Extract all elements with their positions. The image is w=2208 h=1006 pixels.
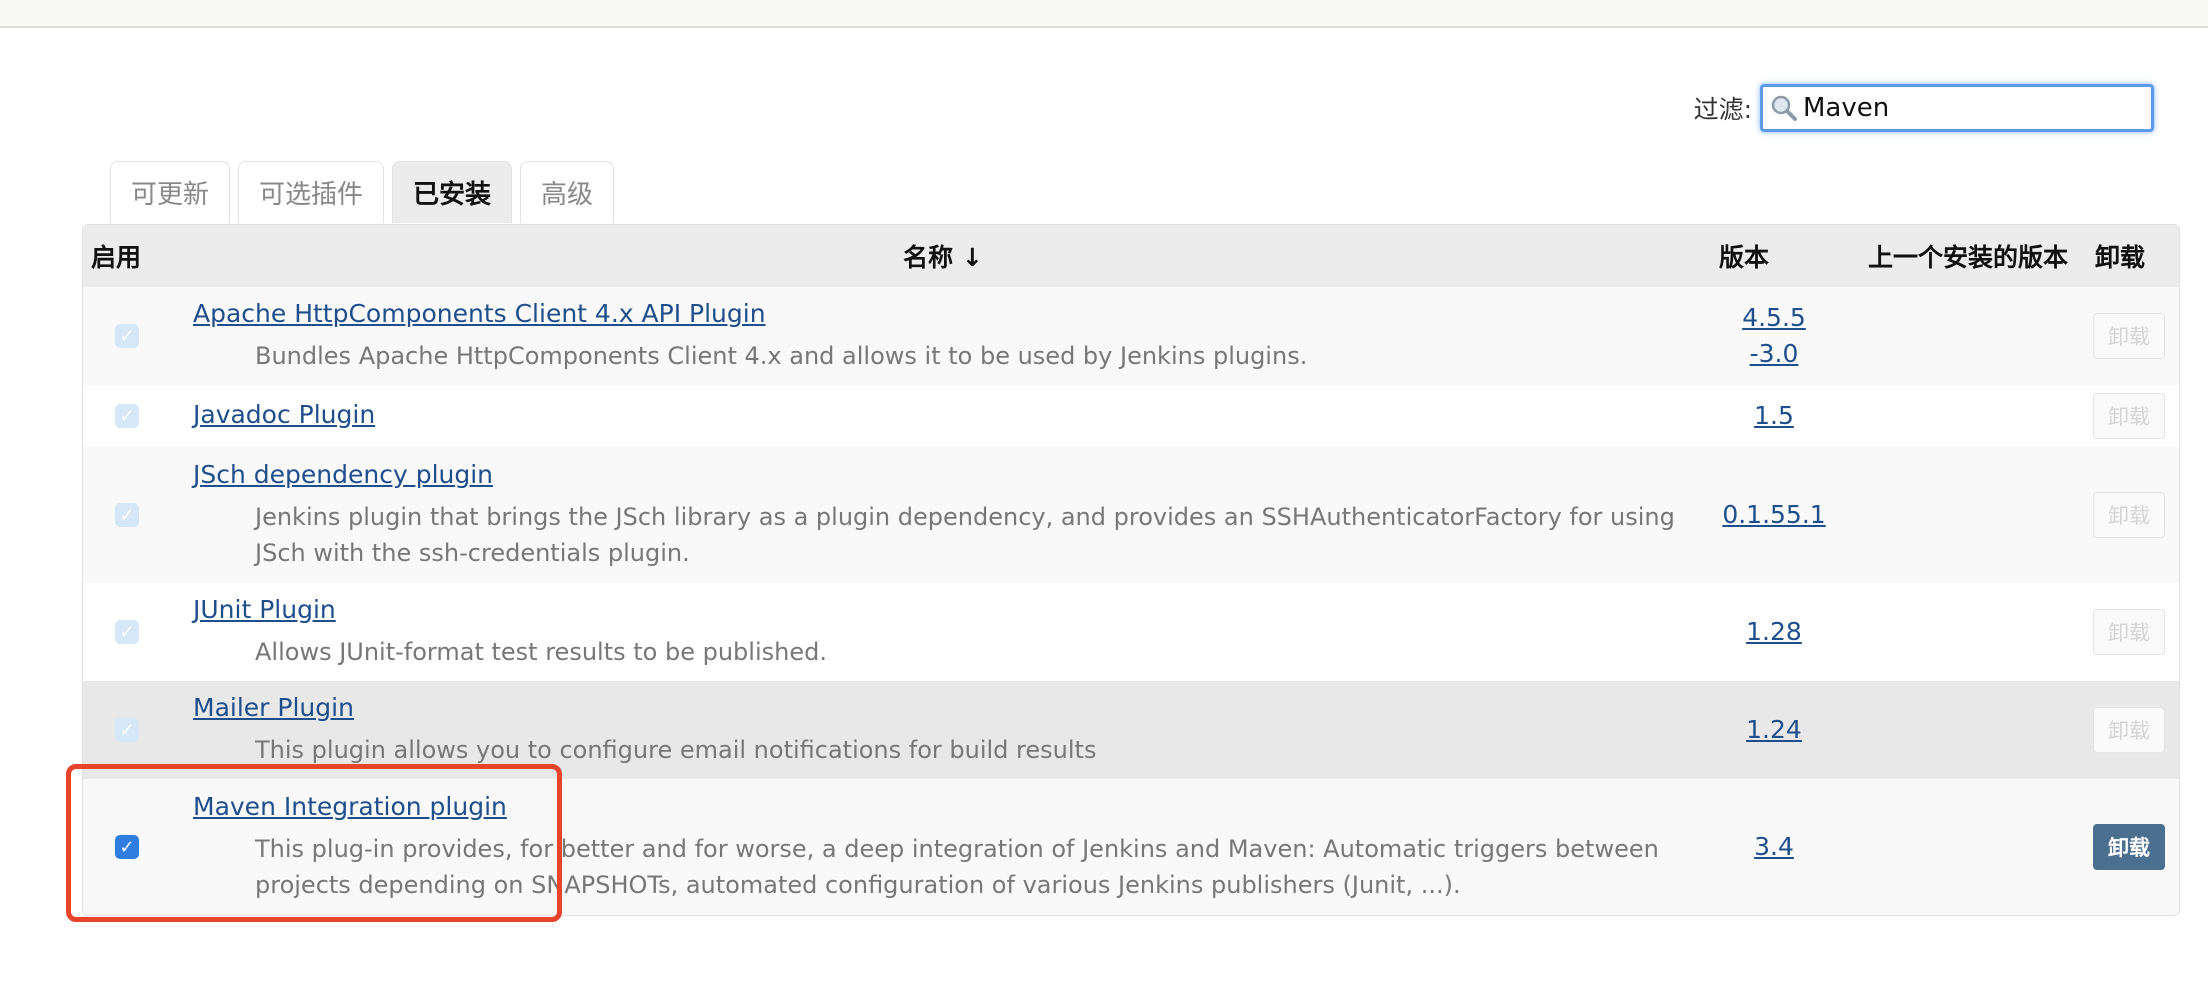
plugin-name-link[interactable]: JSch dependency plugin [193, 457, 493, 493]
enable-cell: ✓ [83, 583, 183, 681]
version-cell: 1.28 [1703, 583, 1845, 681]
plugin-name-link[interactable]: Apache HttpComponents Client 4.x API Plu… [193, 296, 766, 332]
table-row: ✓ Javadoc Plugin 1.5 卸载 [83, 385, 2179, 447]
plugin-name-link[interactable]: Mailer Plugin [193, 690, 354, 726]
plugin-description: Bundles Apache HttpComponents Client 4.x… [255, 342, 1308, 370]
uninstall-button[interactable]: 卸载 [2093, 492, 2165, 538]
uninstall-cell: 卸载 [2091, 779, 2179, 915]
header-version[interactable]: 版本 [1703, 225, 1845, 287]
previous-version-cell [1845, 779, 2091, 915]
tab-advanced[interactable]: 高级 [520, 161, 615, 223]
previous-version-cell [1845, 385, 2091, 447]
tab-available[interactable]: 可选插件 [238, 161, 385, 223]
enable-checkbox[interactable]: ✓ [115, 324, 139, 348]
header-name[interactable]: 名称 ↓ [183, 225, 1703, 287]
plugin-description: This plug-in provides, for better and fo… [255, 835, 1659, 899]
previous-version-cell [1845, 287, 2091, 385]
table-row: ✓ Apache HttpComponents Client 4.x API P… [83, 287, 2179, 385]
header-enable[interactable]: 启用 [83, 225, 183, 287]
name-cell: Apache HttpComponents Client 4.x API Plu… [183, 287, 1703, 385]
search-icon [1769, 93, 1799, 123]
tab-installed[interactable]: 已安装 [392, 161, 513, 223]
uninstall-button[interactable]: 卸载 [2093, 313, 2165, 359]
table-row: ✓ Mailer Plugin This plugin allows you t… [83, 681, 2179, 779]
previous-version-cell [1845, 681, 2091, 779]
enable-checkbox[interactable]: ✓ [115, 503, 139, 527]
table-row: ✓ Maven Integration plugin This plug-in … [83, 779, 2179, 915]
uninstall-button[interactable]: 卸载 [2093, 707, 2165, 753]
plugin-description: Jenkins plugin that brings the JSch libr… [255, 503, 1675, 567]
plugin-tabs: 可更新 可选插件 已安装 高级 [110, 161, 615, 223]
plugin-description: Allows JUnit-format test results to be p… [255, 638, 827, 666]
plugin-name-link[interactable]: Maven Integration plugin [193, 789, 507, 825]
name-cell: JSch dependency plugin Jenkins plugin th… [183, 447, 1703, 583]
previous-version-cell [1845, 583, 2091, 681]
header-previous-version[interactable]: 上一个安装的版本 [1845, 225, 2091, 287]
uninstall-cell: 卸载 [2091, 447, 2179, 583]
uninstall-cell: 卸载 [2091, 681, 2179, 779]
plugins-table: 启用 名称 ↓ 版本 上一个安装的版本 卸载 ✓ Apache HttpComp… [82, 224, 2180, 916]
filter-input[interactable] [1799, 93, 2133, 123]
version-cell: 1.24 [1703, 681, 1845, 779]
filter-box[interactable] [1760, 84, 2154, 132]
enable-checkbox[interactable]: ✓ [115, 718, 139, 742]
table-row: ✓ JSch dependency plugin Jenkins plugin … [83, 447, 2179, 583]
tab-updates[interactable]: 可更新 [110, 161, 231, 223]
uninstall-button[interactable]: 卸载 [2093, 824, 2165, 870]
name-cell: Mailer Plugin This plugin allows you to … [183, 681, 1703, 779]
version-link[interactable]: 1.28 [1746, 617, 1802, 646]
version-link[interactable]: 0.1.55.1 [1722, 500, 1825, 529]
version-cell: 0.1.55.1 [1703, 447, 1845, 583]
version-link[interactable]: 1.24 [1746, 715, 1802, 744]
enable-checkbox[interactable]: ✓ [115, 835, 139, 859]
name-cell: Javadoc Plugin [183, 385, 1703, 447]
version-cell: 3.4 [1703, 779, 1845, 915]
version-link[interactable]: 1.5 [1754, 401, 1794, 430]
version-link[interactable]: 3.4 [1754, 832, 1794, 861]
enable-cell: ✓ [83, 681, 183, 779]
top-bar [0, 0, 2208, 28]
table-row: ✓ JUnit Plugin Allows JUnit-format test … [83, 583, 2179, 681]
plugin-description: This plugin allows you to configure emai… [255, 736, 1097, 764]
table-header-row: 启用 名称 ↓ 版本 上一个安装的版本 卸载 [83, 225, 2179, 287]
header-uninstall[interactable]: 卸载 [2091, 225, 2179, 287]
plugin-name-link[interactable]: JUnit Plugin [193, 592, 336, 628]
plugin-name-link[interactable]: Javadoc Plugin [193, 397, 375, 433]
enable-cell: ✓ [83, 447, 183, 583]
enable-checkbox[interactable]: ✓ [115, 620, 139, 644]
enable-cell: ✓ [83, 287, 183, 385]
uninstall-button[interactable]: 卸载 [2093, 609, 2165, 655]
uninstall-cell: 卸载 [2091, 385, 2179, 447]
version-cell: 1.5 [1703, 385, 1845, 447]
uninstall-cell: 卸载 [2091, 583, 2179, 681]
uninstall-cell: 卸载 [2091, 287, 2179, 385]
enable-cell: ✓ [83, 779, 183, 915]
enable-cell: ✓ [83, 385, 183, 447]
version-link[interactable]: 4.5.5-3.0 [1738, 300, 1810, 372]
version-cell: 4.5.5-3.0 [1703, 287, 1845, 385]
enable-checkbox[interactable]: ✓ [115, 404, 139, 428]
filter-area: 过滤: [1694, 82, 2154, 134]
uninstall-button[interactable]: 卸载 [2093, 393, 2165, 439]
previous-version-cell [1845, 447, 2091, 583]
name-cell: Maven Integration plugin This plug-in pr… [183, 779, 1703, 915]
name-cell: JUnit Plugin Allows JUnit-format test re… [183, 583, 1703, 681]
filter-label: 过滤: [1693, 95, 1752, 124]
